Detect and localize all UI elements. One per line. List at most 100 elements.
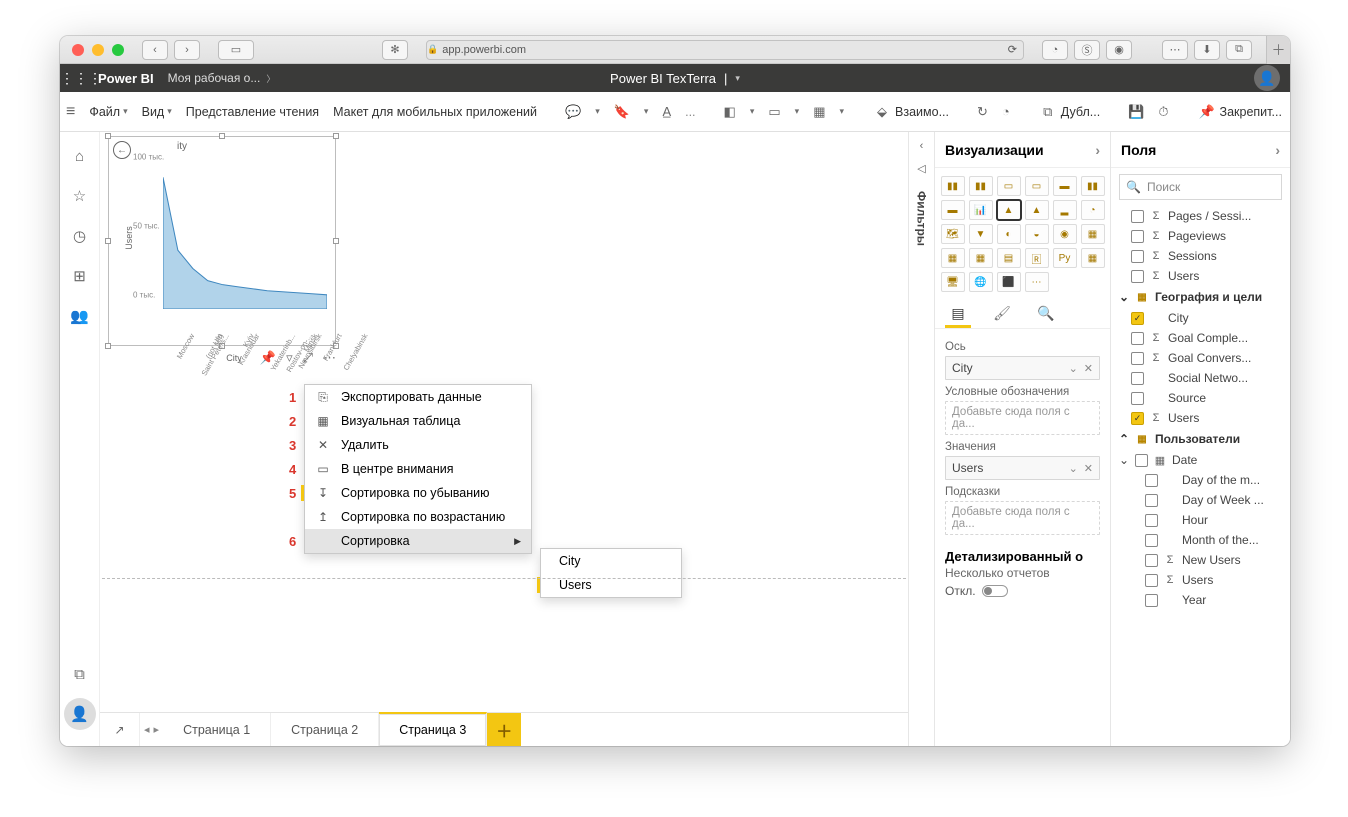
viz-type-button[interactable]: ▦ bbox=[1081, 248, 1105, 268]
legend-well[interactable]: Добавьте сюда поля с да... bbox=[945, 401, 1100, 435]
field-item[interactable]: ΣPageviews bbox=[1111, 226, 1290, 246]
nav-menu-icon[interactable]: ≡ bbox=[66, 103, 75, 121]
toggle-switch[interactable] bbox=[982, 585, 1008, 597]
file-menu[interactable]: Файл▾ bbox=[89, 105, 127, 119]
collapse-fields-icon[interactable]: › bbox=[1275, 142, 1280, 158]
maximize-window[interactable] bbox=[112, 44, 124, 56]
user-avatar[interactable]: 👤 bbox=[1254, 65, 1280, 91]
ext-pocket-icon[interactable]: ◔ bbox=[1042, 40, 1068, 60]
textbox-icon[interactable]: A̲ bbox=[662, 102, 671, 122]
resize-handle[interactable] bbox=[105, 343, 111, 349]
context-menu-item[interactable]: 4▭В центре внимания bbox=[305, 457, 531, 481]
analytics-tab[interactable]: 🔍 bbox=[1033, 302, 1059, 328]
image-icon[interactable]: ▦ bbox=[813, 102, 825, 122]
popout-icon[interactable]: ↗ bbox=[100, 713, 140, 746]
viz-type-button[interactable]: ▼ bbox=[969, 224, 993, 244]
favorites-icon[interactable]: ☆ bbox=[64, 180, 96, 212]
context-menu-item[interactable]: 2▦Визуальная таблица bbox=[305, 409, 531, 433]
field-item[interactable]: ΣSessions bbox=[1111, 246, 1290, 266]
values-well[interactable]: Users ⌄✕ bbox=[945, 456, 1100, 480]
apps-icon[interactable]: ⊞ bbox=[64, 260, 96, 292]
field-checkbox[interactable] bbox=[1145, 474, 1158, 487]
comment-icon[interactable]: 💬 bbox=[565, 102, 581, 122]
field-item[interactable]: Hour bbox=[1111, 510, 1290, 530]
viz-type-button[interactable]: 🗺 bbox=[941, 224, 965, 244]
pin-button[interactable]: 📌 Закрепит... bbox=[1197, 102, 1282, 122]
refresh-icon[interactable]: ↻ bbox=[977, 102, 988, 122]
shapes-icon[interactable]: ◧ bbox=[724, 102, 736, 122]
field-item[interactable]: ΣUsers bbox=[1111, 570, 1290, 590]
field-checkbox[interactable] bbox=[1145, 514, 1158, 527]
chart-visual[interactable]: ← ity Users 0 тыс.50 тыс.100 тыс. Moscow… bbox=[108, 136, 336, 346]
field-checkbox[interactable] bbox=[1145, 594, 1158, 607]
viz-type-button[interactable]: 🅁 bbox=[1025, 248, 1049, 268]
close-window[interactable] bbox=[72, 44, 84, 56]
add-page-button[interactable]: ＋ bbox=[487, 713, 521, 746]
tabs-button[interactable]: ⧉ bbox=[1226, 40, 1252, 60]
buttons-icon[interactable]: ▭ bbox=[768, 102, 780, 122]
viz-type-button[interactable]: ⬛ bbox=[997, 272, 1021, 292]
field-item[interactable]: ✓ΣUsers bbox=[1111, 408, 1290, 428]
ext-s-icon[interactable]: Ⓢ bbox=[1074, 40, 1100, 60]
field-item[interactable]: ΣUsers bbox=[1111, 266, 1290, 286]
page-tab[interactable]: Страница 1 bbox=[163, 713, 271, 746]
field-checkbox[interactable] bbox=[1145, 574, 1158, 587]
breadcrumb[interactable]: Моя рабочая о... 〉 bbox=[168, 71, 276, 85]
report-canvas[interactable]: ← ity Users 0 тыс.50 тыс.100 тыс. Moscow… bbox=[100, 132, 908, 746]
context-submenu-item[interactable]: City bbox=[541, 549, 681, 573]
viz-type-button[interactable]: ▦ bbox=[1081, 224, 1105, 244]
new-tab-button[interactable]: ＋ bbox=[1266, 36, 1290, 64]
field-checkbox[interactable] bbox=[1131, 270, 1144, 283]
viz-type-button[interactable]: 🖥 bbox=[941, 272, 965, 292]
viz-type-button[interactable]: ▮▮ bbox=[941, 176, 965, 196]
filter-visual-icon[interactable]: ▿ bbox=[286, 350, 293, 372]
reading-view-button[interactable]: Представление чтения bbox=[186, 105, 319, 119]
viz-type-button[interactable]: ▦ bbox=[969, 248, 993, 268]
viz-type-button[interactable]: ⋯ bbox=[1025, 272, 1049, 292]
field-item[interactable]: ΣGoal Convers... bbox=[1111, 348, 1290, 368]
axis-well[interactable]: City ⌄✕ bbox=[945, 356, 1100, 380]
sidebar-toggle-button[interactable]: ▭ bbox=[218, 40, 254, 60]
viz-type-button[interactable]: ◔ bbox=[1081, 200, 1105, 220]
field-checkbox[interactable] bbox=[1131, 250, 1144, 263]
resize-handle[interactable] bbox=[219, 133, 225, 139]
next-page-icon[interactable]: ▸ bbox=[154, 723, 160, 736]
resize-handle[interactable] bbox=[105, 133, 111, 139]
collapse-viz-icon[interactable]: › bbox=[1095, 142, 1100, 158]
page-tab[interactable]: Страница 3 bbox=[379, 712, 487, 746]
field-item[interactable]: ΣGoal Comple... bbox=[1111, 328, 1290, 348]
field-checkbox[interactable] bbox=[1131, 392, 1144, 405]
field-checkbox[interactable] bbox=[1131, 352, 1144, 365]
field-item[interactable]: Day of Week ... bbox=[1111, 490, 1290, 510]
drill-back-icon[interactable]: ← bbox=[113, 141, 131, 159]
clock-icon[interactable]: ◔ bbox=[1002, 102, 1010, 122]
field-checkbox[interactable]: ✓ bbox=[1131, 312, 1144, 325]
field-item[interactable]: Day of the m... bbox=[1111, 470, 1290, 490]
field-item[interactable]: Year bbox=[1111, 590, 1290, 610]
format-tab[interactable]: 🖌 bbox=[989, 302, 1015, 328]
interactions-button[interactable]: ⬙ Взаимо... bbox=[872, 102, 949, 122]
resize-handle[interactable] bbox=[333, 238, 339, 244]
viz-type-button[interactable]: ▲ bbox=[1025, 200, 1049, 220]
duplicate-button[interactable]: ⧉ Дубл... bbox=[1038, 102, 1100, 122]
resize-handle[interactable] bbox=[105, 238, 111, 244]
viz-type-button[interactable]: 🌐 bbox=[969, 272, 993, 292]
pin-visual-icon[interactable]: 📌 bbox=[260, 350, 276, 372]
field-table-header[interactable]: ⌃▦Пользователи bbox=[1111, 428, 1290, 450]
bookmark-icon[interactable]: 🔖 bbox=[614, 102, 630, 122]
document-title[interactable]: Power BI TexTerra | ▾ bbox=[610, 71, 740, 86]
shared-icon[interactable]: 👥 bbox=[64, 300, 96, 332]
reader-button[interactable]: ✻ bbox=[382, 40, 408, 60]
field-checkbox[interactable]: ✓ bbox=[1131, 412, 1144, 425]
mobile-layout-button[interactable]: Макет для мобильных приложений bbox=[333, 105, 537, 119]
field-checkbox[interactable] bbox=[1145, 554, 1158, 567]
profile-icon[interactable]: 👤 bbox=[64, 698, 96, 730]
viz-type-button[interactable]: ▤ bbox=[997, 248, 1021, 268]
app-brand[interactable]: Power BI bbox=[98, 71, 154, 86]
viz-type-button[interactable]: ◒ bbox=[1025, 224, 1049, 244]
app-launcher-icon[interactable]: ⋮⋮⋮ bbox=[70, 67, 92, 89]
context-menu-item[interactable]: 3✕Удалить bbox=[305, 433, 531, 457]
ext-pinterest-icon[interactable]: ◉ bbox=[1106, 40, 1132, 60]
context-menu-item[interactable]: 1⎘Экспортировать данные bbox=[305, 385, 531, 409]
home-icon[interactable]: ⌂ bbox=[64, 140, 96, 172]
